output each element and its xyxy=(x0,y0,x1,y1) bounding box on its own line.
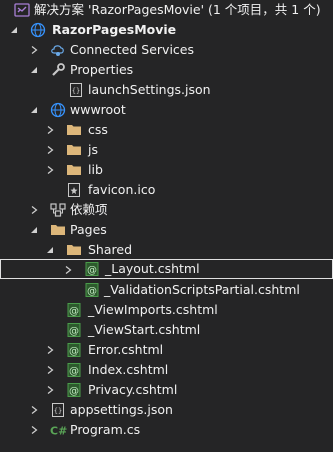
csharp-file-icon: C# xyxy=(50,422,68,438)
lib-folder-label: lib xyxy=(88,162,103,177)
index-label: Index.cshtml xyxy=(88,362,169,377)
tree-row-shared[interactable]: Shared xyxy=(0,240,333,260)
folder-icon xyxy=(66,242,82,258)
favicon-file-icon xyxy=(66,182,82,198)
chevron-right-icon[interactable] xyxy=(28,40,40,60)
view-start-label: _ViewStart.cshtml xyxy=(88,322,201,337)
razor-file-icon: @ xyxy=(84,282,100,298)
chevron-down-icon[interactable] xyxy=(28,60,40,80)
tree-row-layout[interactable]: @ _Layout.cshtml xyxy=(0,259,333,279)
solution-explorer-tree: 解决方案 'RazorPagesMovie' (1 个项目，共 1 个) Raz… xyxy=(0,0,333,452)
tree-row-properties[interactable]: Properties xyxy=(0,60,333,80)
connected-services-icon xyxy=(50,42,66,58)
svg-text:C#: C# xyxy=(50,425,67,438)
tree-row-connected-services[interactable]: Connected Services xyxy=(0,40,333,60)
tree-row-dependencies[interactable]: 依赖项 xyxy=(0,200,333,220)
tree-row-lib[interactable]: lib xyxy=(0,160,333,180)
tree-row-solution[interactable]: 解决方案 'RazorPagesMovie' (1 个项目，共 1 个) xyxy=(0,0,333,20)
tree-row-project[interactable]: RazorPagesMovie xyxy=(0,20,333,40)
appsettings-label: appsettings.json xyxy=(70,402,173,417)
tree-row-favicon[interactable]: favicon.ico xyxy=(0,180,333,200)
web-globe-icon xyxy=(50,102,66,118)
razor-file-icon: @ xyxy=(66,382,82,398)
tree-row-js[interactable]: js xyxy=(0,140,333,160)
chevron-right-icon[interactable] xyxy=(28,400,40,420)
properties-label: Properties xyxy=(70,62,134,77)
tree-row-error[interactable]: @ Error.cshtml xyxy=(0,340,333,360)
chevron-right-icon[interactable] xyxy=(44,160,56,180)
chevron-right-icon[interactable] xyxy=(44,120,56,140)
tree-row-program[interactable]: C# Program.cs xyxy=(0,420,333,440)
view-imports-label: _ViewImports.cshtml xyxy=(88,302,218,317)
tree-row-launch-settings[interactable]: {} launchSettings.json xyxy=(0,80,333,100)
shared-label: Shared xyxy=(88,242,133,257)
visual-studio-solution-icon xyxy=(14,2,30,18)
chevron-down-icon[interactable] xyxy=(28,220,40,240)
chevron-right-icon[interactable] xyxy=(44,380,56,400)
tree-row-view-imports[interactable]: @ _ViewImports.cshtml xyxy=(0,300,333,320)
chevron-right-icon[interactable] xyxy=(44,360,56,380)
chevron-down-icon[interactable] xyxy=(28,100,40,120)
svg-text:{}: {} xyxy=(54,407,62,415)
dependencies-label: 依赖项 xyxy=(70,202,108,217)
js-folder-label: js xyxy=(88,142,98,157)
tree-row-pages[interactable]: Pages xyxy=(0,220,333,240)
svg-text:@: @ xyxy=(69,306,79,317)
tree-row-validation-scripts[interactable]: @ _ValidationScriptsPartial.cshtml xyxy=(0,280,333,300)
program-label: Program.cs xyxy=(70,422,141,437)
tree-row-css[interactable]: css xyxy=(0,120,333,140)
chevron-right-icon[interactable] xyxy=(44,340,56,360)
svg-text:@: @ xyxy=(69,366,79,377)
chevron-down-icon[interactable] xyxy=(8,20,20,40)
error-label: Error.cshtml xyxy=(88,342,164,357)
svg-text:@: @ xyxy=(69,386,79,397)
validation-scripts-label: _ValidationScriptsPartial.cshtml xyxy=(104,282,300,297)
privacy-label: Privacy.cshtml xyxy=(88,382,178,397)
chevron-right-icon[interactable] xyxy=(44,140,56,160)
svg-text:@: @ xyxy=(69,326,79,337)
tree-row-wwwroot[interactable]: wwwroot xyxy=(0,100,333,120)
razor-file-icon: @ xyxy=(66,342,82,358)
tree-row-index[interactable]: @ Index.cshtml xyxy=(0,360,333,380)
chevron-right-icon[interactable] xyxy=(28,420,40,440)
svg-text:@: @ xyxy=(69,346,79,357)
wwwroot-label: wwwroot xyxy=(70,102,126,117)
tree-row-appsettings[interactable]: {} appsettings.json xyxy=(0,400,333,420)
pages-label: Pages xyxy=(70,222,107,237)
tree-row-view-start[interactable]: @ _ViewStart.cshtml xyxy=(0,320,333,340)
svg-text:@: @ xyxy=(87,286,97,297)
web-project-globe-icon xyxy=(30,22,46,38)
razor-file-icon: @ xyxy=(66,322,82,338)
svg-text:{}: {} xyxy=(72,87,80,95)
folder-icon xyxy=(66,142,82,158)
folder-icon xyxy=(66,122,82,138)
json-file-icon: {} xyxy=(50,402,66,418)
json-file-icon: {} xyxy=(68,82,84,98)
folder-icon xyxy=(50,222,66,238)
chevron-down-icon[interactable] xyxy=(44,240,56,260)
solution-label: 解决方案 'RazorPagesMovie' (1 个项目，共 1 个) xyxy=(34,2,321,17)
wrench-icon xyxy=(50,62,66,78)
svg-text:@: @ xyxy=(87,265,97,276)
css-folder-label: css xyxy=(88,122,108,137)
launch-settings-label: launchSettings.json xyxy=(88,82,211,97)
razor-file-icon: @ xyxy=(66,362,82,378)
chevron-right-icon[interactable] xyxy=(62,260,74,280)
project-label: RazorPagesMovie xyxy=(52,22,177,37)
razor-file-icon: @ xyxy=(84,261,100,277)
layout-label: _Layout.cshtml xyxy=(105,261,200,276)
favicon-label: favicon.ico xyxy=(88,182,156,197)
chevron-right-icon[interactable] xyxy=(28,200,40,220)
folder-icon xyxy=(66,162,82,178)
connected-services-label: Connected Services xyxy=(70,42,194,57)
razor-file-icon: @ xyxy=(66,302,82,318)
dependencies-icon xyxy=(50,202,66,218)
tree-row-privacy[interactable]: @ Privacy.cshtml xyxy=(0,380,333,400)
